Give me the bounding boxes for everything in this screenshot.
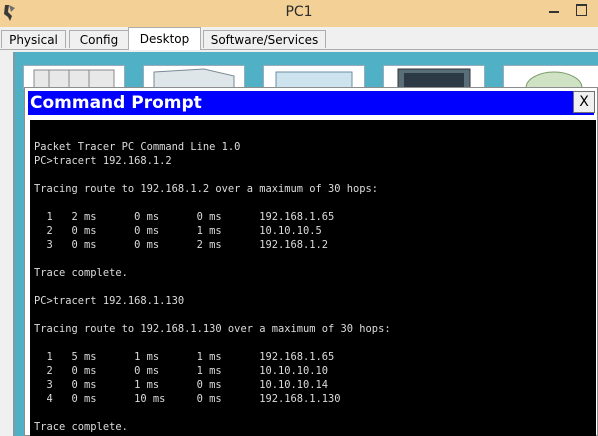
tab-physical[interactable]: Physical [1, 30, 66, 48]
terminal-line: Tracing route to 192.168.1.2 over a maxi… [34, 183, 379, 195]
window-grid-icon [33, 69, 115, 88]
window-title-bar: PC1 [0, 0, 598, 27]
globe-icon [525, 71, 583, 88]
app-tile-physical-config[interactable] [23, 65, 125, 89]
terminal-output[interactable]: Packet Tracer PC Command Line 1.0 PC>tra… [30, 120, 596, 436]
command-prompt-window: Command Prompt X Packet Tracer PC Comman… [24, 87, 598, 436]
maximize-button[interactable] [568, 0, 596, 21]
document-icon [153, 68, 235, 88]
tab-strip: Physical Config Desktop Software/Service… [0, 27, 598, 50]
terminal-line: 2 0 ms 0 ms 1 ms 10.10.10.5 [34, 225, 322, 237]
tab-software-services[interactable]: Software/Services [203, 30, 326, 48]
app-tile-terminal[interactable] [383, 65, 485, 89]
terminal-line: Trace complete. [34, 421, 128, 433]
tab-config[interactable]: Config [69, 30, 129, 48]
terminal-line: Tracing route to 192.168.1.130 over a ma… [34, 323, 391, 335]
terminal-lines: Packet Tracer PC Command Line 1.0 PC>tra… [34, 140, 391, 434]
terminal-line: 3 0 ms 1 ms 0 ms 10.10.10.14 [34, 379, 329, 391]
terminal-line: 4 0 ms 10 ms 0 ms 192.168.1.130 [34, 393, 341, 405]
terminal-line: 2 0 ms 0 ms 1 ms 10.10.10.10 [34, 365, 329, 377]
terminal-line: Packet Tracer PC Command Line 1.0 [34, 141, 241, 153]
command-prompt-title: Command Prompt [30, 93, 202, 113]
terminal-line: 1 5 ms 1 ms 1 ms 192.168.1.65 [34, 351, 335, 363]
monitor-icon [397, 68, 471, 88]
terminal-line: PC>tracert 192.168.1.130 [34, 295, 185, 307]
minimize-button[interactable] [540, 0, 568, 21]
terminal-line: 1 2 ms 0 ms 0 ms 192.168.1.65 [34, 211, 335, 223]
terminal-line: 3 0 ms 0 ms 2 ms 192.168.1.2 [34, 239, 329, 251]
terminal-line: Trace complete. [34, 267, 128, 279]
close-button[interactable]: X [573, 91, 595, 113]
window-title: PC1 [285, 4, 313, 20]
terminal-line: PC>tracert 192.168.1.2 [34, 155, 172, 167]
app-tile-dial-up[interactable] [263, 65, 365, 89]
modem-icon [275, 71, 353, 88]
command-prompt-title-bar: Command Prompt [28, 91, 594, 115]
app-tile-ip-configuration[interactable] [143, 65, 245, 89]
app-tile-web-browser[interactable] [503, 65, 598, 89]
tab-desktop[interactable]: Desktop [128, 27, 201, 50]
